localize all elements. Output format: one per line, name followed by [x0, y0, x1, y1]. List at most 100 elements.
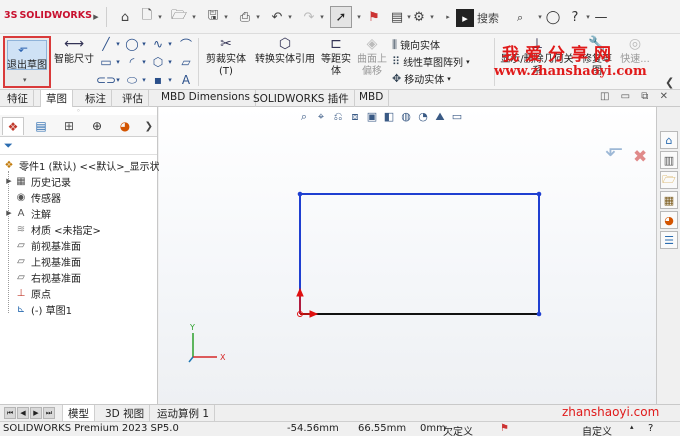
exit-sketch-button[interactable]: ⬐ 退出草图 ▾	[3, 36, 51, 88]
tree-item-top-plane[interactable]: ▱ 上视基准面	[4, 253, 81, 269]
tab-mbd[interactable]: MBD	[354, 90, 390, 107]
appearances-icon[interactable]: ◕	[660, 211, 678, 229]
first-tab-icon[interactable]: ⏮	[4, 407, 16, 419]
rectangle-icon[interactable]: ▭	[98, 54, 114, 70]
chevron-down-icon[interactable]: ▾	[254, 8, 262, 26]
undo-icon[interactable]: ↶	[268, 8, 286, 26]
traffic-light-icon[interactable]: ⚑	[365, 8, 383, 26]
chevron-down-icon[interactable]: ▾	[166, 36, 174, 52]
circle-icon[interactable]: ◯	[124, 36, 140, 52]
sketch-point[interactable]	[536, 191, 542, 197]
offset-entities-button[interactable]: ⊏ 等距实体	[318, 37, 354, 78]
sketch-origin[interactable]	[296, 287, 319, 318]
sketch-point[interactable]	[297, 191, 303, 197]
chevron-down-icon[interactable]: ▾	[584, 8, 592, 26]
tab-model[interactable]: 模型	[62, 405, 95, 422]
expand-icon[interactable]: ▶	[4, 177, 14, 185]
tree-item-origin[interactable]: ⊥ 原点	[4, 285, 51, 301]
expand-icon[interactable]: ▶	[4, 209, 14, 217]
convert-entities-button[interactable]: ⬡ 转换实体引用	[254, 37, 316, 66]
tree-item-material[interactable]: ≋ 材质 <未指定>	[4, 221, 101, 237]
save-icon[interactable]: 🖫	[204, 8, 222, 26]
search-box[interactable]: ▸ ⌕	[456, 8, 534, 28]
chevron-down-icon[interactable]: ▾	[428, 8, 436, 26]
minimize-icon[interactable]: —	[592, 8, 610, 26]
chevron-down-icon[interactable]: ▾	[23, 76, 27, 84]
tree-item-history[interactable]: ▶ ▦ 历史记录	[4, 173, 71, 189]
tab-motion-study[interactable]: 运动算例 1	[152, 405, 216, 422]
units-selector[interactable]: 自定义	[582, 423, 612, 436]
rebuild-status-icon[interactable]: ⚑	[500, 423, 509, 434]
panel-grip[interactable]: ◦	[0, 107, 157, 115]
chevron-down-icon[interactable]: ▾	[140, 72, 148, 88]
custom-properties-icon[interactable]: ☰	[660, 231, 678, 249]
chevron-down-icon[interactable]: ▾	[140, 54, 148, 70]
tree-item-annotations[interactable]: ▶ A 注解	[4, 205, 51, 221]
feature-tree-tab-icon[interactable]: ❖	[2, 117, 24, 135]
tab-solidworks-addins[interactable]: SOLIDWORKS 插件	[248, 90, 355, 107]
linear-pattern-button[interactable]: ⠿ 线性草图阵列 ▾	[392, 54, 470, 69]
view-palette-icon[interactable]: ▦	[660, 191, 678, 209]
text-icon[interactable]: A	[178, 72, 194, 88]
chevron-down-icon[interactable]: ▾	[156, 8, 164, 26]
sketch-canvas[interactable]: Y X	[159, 107, 656, 404]
tab-markup[interactable]: 标注	[80, 90, 112, 107]
search-input[interactable]	[477, 11, 517, 25]
chevron-down-icon[interactable]: ▾	[114, 72, 122, 88]
chevron-down-icon[interactable]: ▾	[114, 36, 122, 52]
help-icon[interactable]: ?	[566, 8, 584, 26]
solidworks-resources-icon[interactable]: ⌂	[660, 131, 678, 149]
property-manager-tab-icon[interactable]: ▤	[30, 117, 52, 135]
mirror-entities-button[interactable]: ⫼ 镜向实体	[392, 37, 440, 53]
chevron-down-icon[interactable]: ▾	[318, 8, 326, 26]
chevron-down-icon[interactable]: ▾	[466, 58, 470, 66]
line-icon[interactable]: ╱	[98, 36, 114, 52]
tab-evaluate[interactable]: 评估	[117, 90, 149, 107]
chevron-down-icon[interactable]: ▾	[222, 8, 230, 26]
file-properties-icon[interactable]: ▤	[388, 8, 406, 26]
tab-3d-view[interactable]: 3D 视图	[100, 405, 151, 422]
trim-entities-button[interactable]: ✂ 剪裁实体(T)	[200, 37, 252, 78]
point-icon[interactable]: ▪	[150, 72, 166, 88]
toolbar-expand-icon[interactable]: ▸	[444, 8, 452, 26]
ellipse-icon[interactable]: ⬭	[124, 72, 140, 88]
spline-icon[interactable]: ∿	[150, 36, 166, 52]
options-gear-icon[interactable]: ⚙	[410, 8, 428, 26]
tab-features[interactable]: 特征	[2, 90, 34, 107]
tree-item-sensors[interactable]: ◉ 传感器	[4, 189, 61, 205]
configuration-manager-tab-icon[interactable]: ⊞	[58, 117, 80, 135]
view-controls[interactable]: ◫ ▭ ⧉ ✕	[600, 91, 672, 102]
new-document-icon[interactable]: 🗋	[138, 8, 156, 26]
search-icon[interactable]: ⌕	[517, 11, 523, 25]
user-icon[interactable]: ◯	[544, 8, 562, 26]
chevron-down-icon[interactable]: ▾	[140, 36, 148, 52]
slot-icon[interactable]: ⊂⊃	[96, 72, 116, 88]
next-tab-icon[interactable]: ▶	[30, 407, 42, 419]
chevron-down-icon[interactable]: ▾	[166, 72, 174, 88]
file-explorer-icon[interactable]: 🗁	[660, 171, 678, 189]
design-library-icon[interactable]: ▥	[660, 151, 678, 169]
prev-tab-icon[interactable]: ◀	[17, 407, 29, 419]
offset-on-surface-button[interactable]: ◈ 曲面上偏移	[354, 37, 390, 78]
tab-sketch[interactable]: 草图	[40, 90, 73, 107]
tree-root[interactable]: ❖ 零件1 (默认) <<默认>_显示状	[2, 157, 160, 173]
redo-icon[interactable]: ↷	[300, 8, 318, 26]
tree-item-sketch1[interactable]: ⊾ (-) 草图1	[4, 301, 72, 317]
graphics-area[interactable]: ⌕ ⌖ ⎌ ⧈ ▣ ◧ ◍ ◔ ⛰ ▭ ⬐ ✖ Y X	[159, 107, 656, 404]
collapse-ribbon-icon[interactable]: ❮	[665, 76, 674, 89]
open-folder-icon[interactable]: 🗁	[170, 8, 188, 26]
chevron-down-icon[interactable]: ▾	[447, 75, 451, 83]
chevron-down-icon[interactable]: ▾	[286, 8, 294, 26]
move-entities-button[interactable]: ✥ 移动实体 ▾	[392, 71, 451, 86]
chevron-up-icon[interactable]: ▴	[630, 423, 634, 431]
smart-dimension-button[interactable]: ⟷ 智能尺寸	[54, 37, 94, 66]
chevron-down-icon[interactable]: ▾	[166, 54, 174, 70]
print-icon[interactable]: ⎙	[236, 8, 254, 26]
tree-filter[interactable]: ⏷	[0, 137, 157, 155]
chevron-down-icon[interactable]: ▾	[114, 54, 122, 70]
chevron-down-icon[interactable]: ▾	[355, 8, 363, 26]
arc-icon[interactable]: ◜	[124, 54, 140, 70]
dimxpert-tab-icon[interactable]: ⊕	[86, 117, 108, 135]
tree-item-front-plane[interactable]: ▱ 前视基准面	[4, 237, 81, 253]
command-search-icon[interactable]: ▸	[456, 9, 474, 27]
